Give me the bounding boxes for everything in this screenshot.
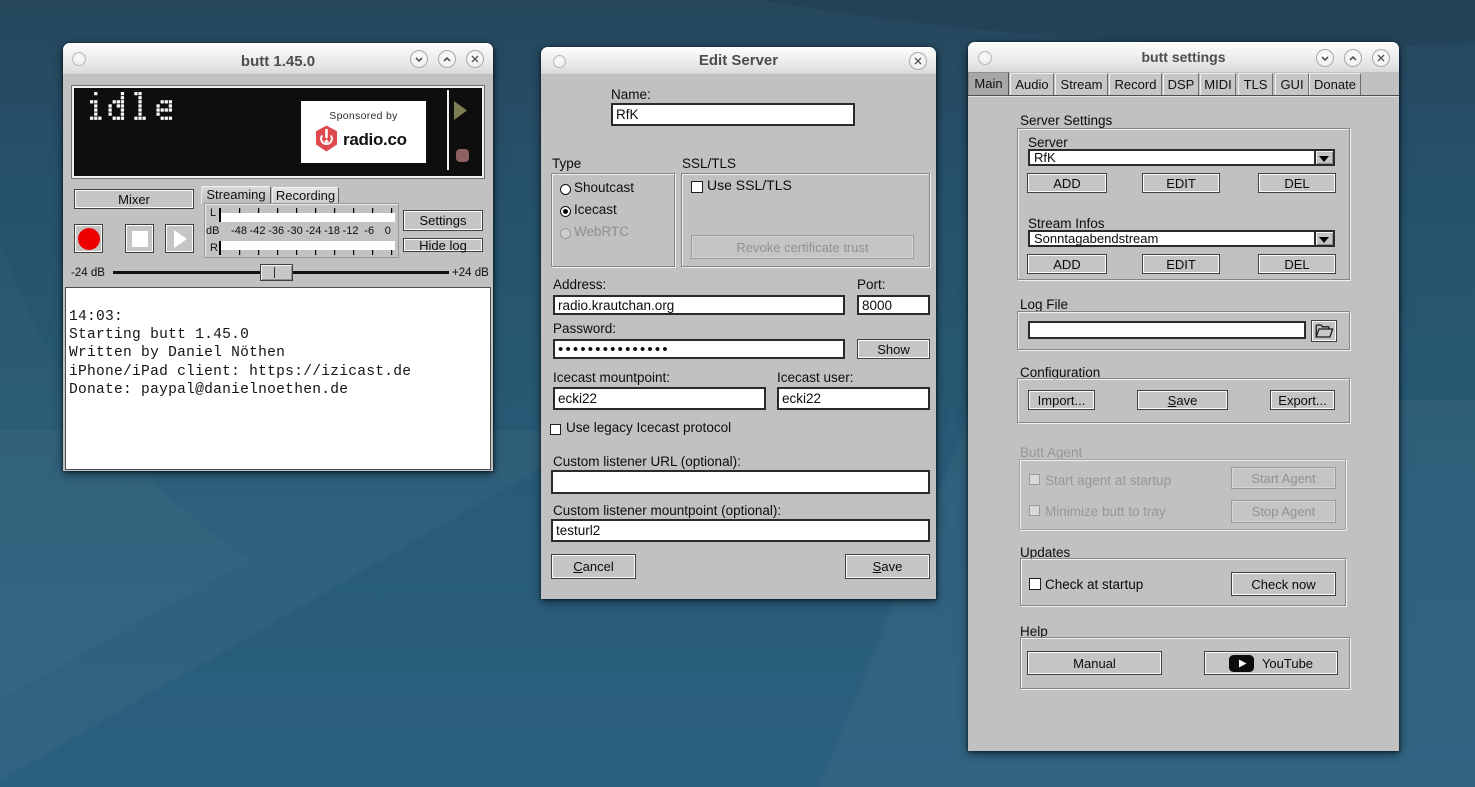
svg-text:-6: -6: [364, 225, 374, 237]
svg-text:-42: -42: [250, 225, 266, 237]
svg-text:-30: -30: [287, 225, 303, 237]
svg-text:-24: -24: [305, 225, 321, 237]
svg-text:-18: -18: [324, 225, 340, 237]
svg-text:-36: -36: [268, 225, 284, 237]
svg-text:-12: -12: [343, 225, 359, 237]
svg-text:0: 0: [385, 225, 391, 237]
svg-text:-48: -48: [231, 225, 247, 237]
